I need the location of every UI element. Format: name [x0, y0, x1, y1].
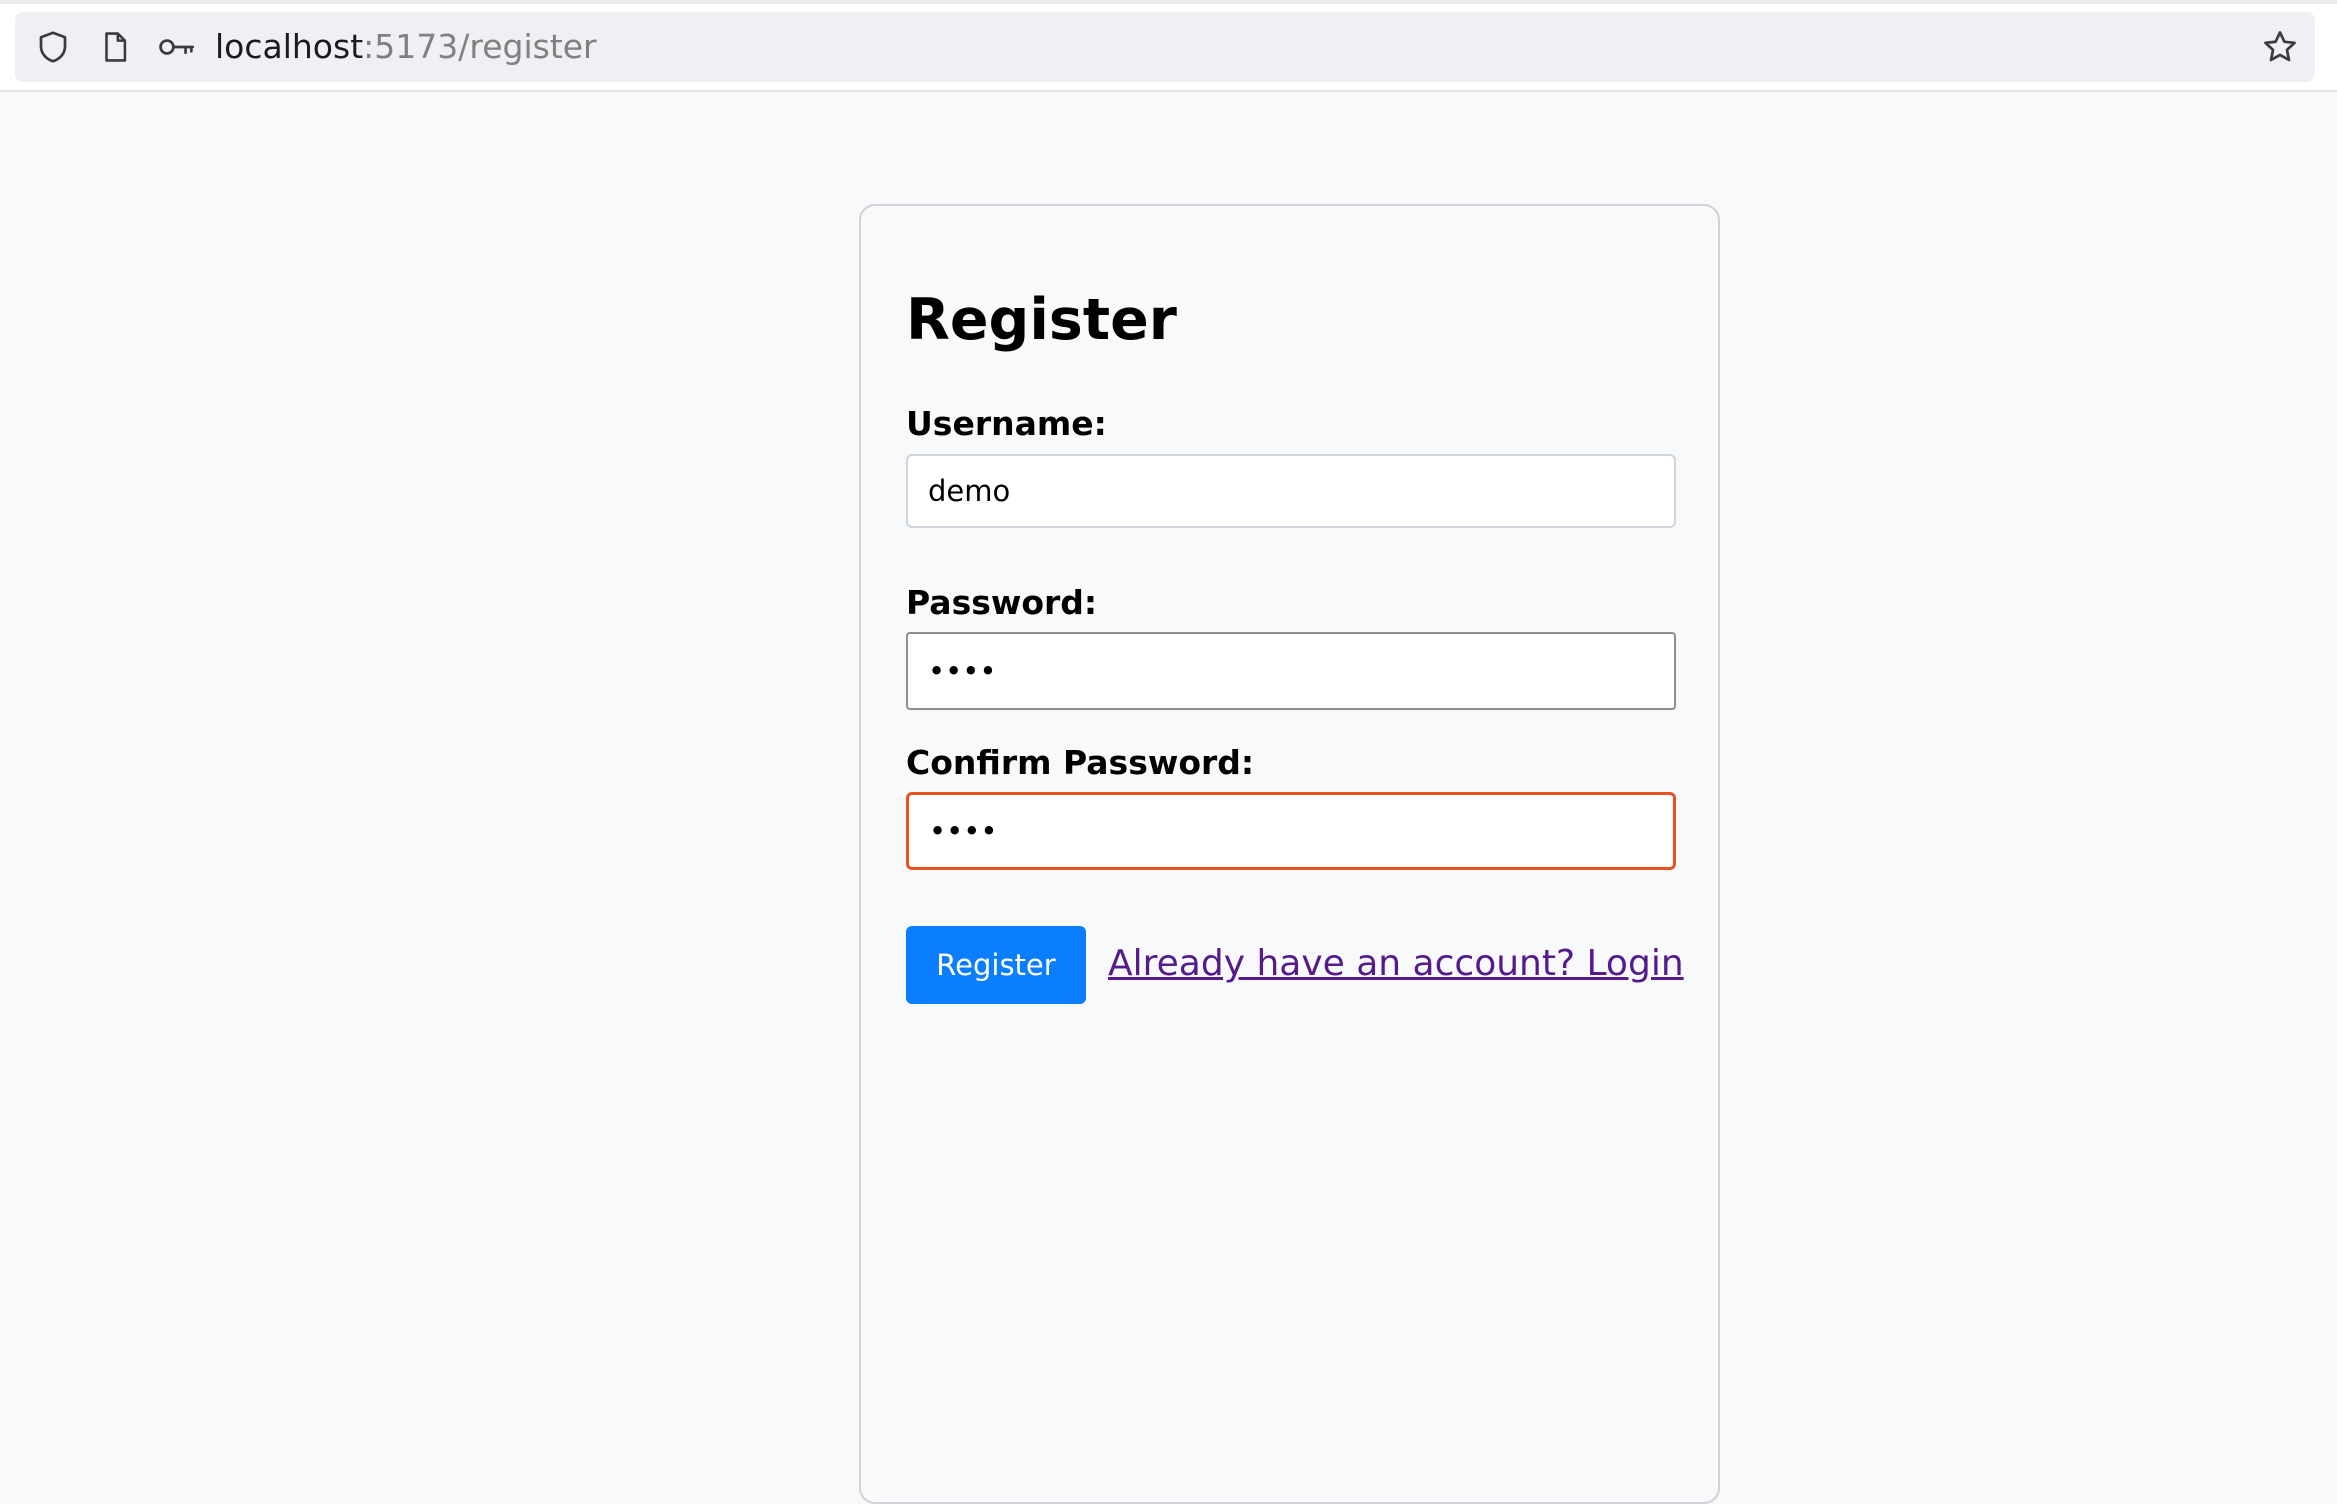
register-button[interactable]: Register: [906, 926, 1086, 1004]
url-text[interactable]: localhost:5173/register: [215, 12, 597, 82]
username-input[interactable]: [906, 454, 1676, 528]
url-bar[interactable]: localhost:5173/register: [15, 12, 2315, 82]
username-label: Username:: [906, 404, 1107, 443]
page-icon[interactable]: [95, 12, 135, 82]
register-card: Register Username: Password: Confirm Pas…: [859, 204, 1720, 1504]
confirm-password-label: Confirm Password:: [906, 743, 1255, 782]
login-link[interactable]: Already have an account? Login: [1108, 942, 1684, 985]
url-host: localhost: [215, 27, 364, 66]
browser-toolbar: localhost:5173/register: [0, 0, 2337, 92]
page-title: Register: [906, 287, 1177, 353]
password-input[interactable]: [906, 632, 1676, 710]
confirm-password-input[interactable]: [906, 792, 1676, 870]
star-icon[interactable]: [2258, 12, 2302, 82]
key-icon[interactable]: [153, 12, 201, 82]
password-label: Password:: [906, 583, 1098, 622]
shield-icon[interactable]: [33, 12, 73, 82]
tab-strip-edge: [0, 0, 2337, 4]
url-path: :5173/register: [363, 27, 597, 66]
